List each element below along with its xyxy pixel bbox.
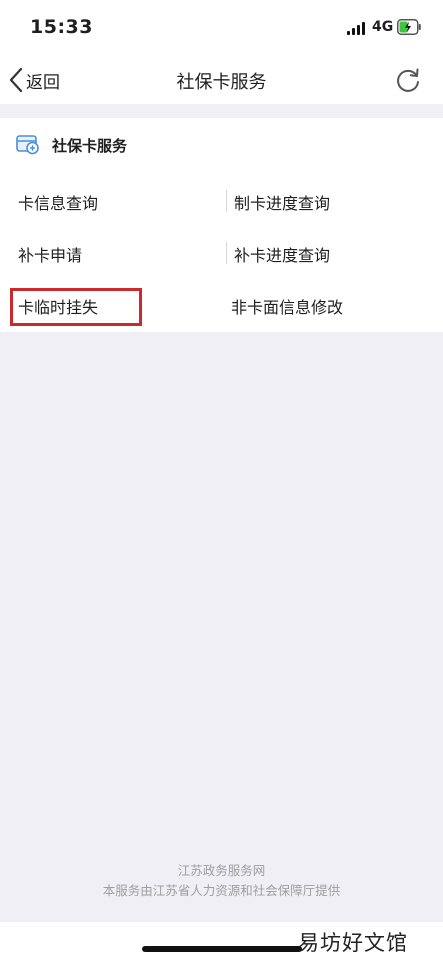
signal-icon (347, 22, 367, 35)
network-type: 4G (372, 19, 394, 35)
section-separator (0, 104, 443, 118)
service-card: 社保卡服务 卡信息查询 制卡进度查询 补卡申请 补卡进度查询 卡临时挂失 非卡面… (0, 118, 443, 332)
service-non-card-info-modify[interactable]: 非卡面信息修改 (231, 294, 343, 318)
service-card-replacement-apply[interactable]: 补卡申请 (18, 242, 82, 266)
footer-provider: 本服务由江苏省人力资源和社会保障厅提供 (102, 883, 341, 898)
battery-charging-icon (397, 19, 421, 35)
status-bar: 15:33 4G (0, 0, 443, 56)
page-title: 社保卡服务 (176, 72, 267, 93)
watermark: 易坊好文馆 (298, 931, 408, 955)
column-divider (226, 242, 227, 264)
footer-site-name: 江苏政务服务网 (177, 863, 266, 878)
home-indicator[interactable] (142, 946, 302, 952)
service-card-replacement-progress[interactable]: 补卡进度查询 (234, 242, 330, 266)
service-card-info-query[interactable]: 卡信息查询 (18, 190, 98, 214)
social-security-card-icon (16, 135, 39, 155)
bottom-bar: 易坊好文馆 (0, 922, 443, 962)
column-divider (226, 190, 227, 212)
section-header: 社保卡服务 (16, 132, 127, 158)
service-card-temporary-loss-report[interactable]: 卡临时挂失 (18, 294, 98, 318)
nav-bar: 返回 社保卡服务 (0, 56, 443, 104)
status-time: 15:33 (30, 16, 93, 38)
section-title: 社保卡服务 (52, 136, 128, 155)
refresh-icon[interactable] (394, 66, 422, 94)
service-card-production-progress[interactable]: 制卡进度查询 (234, 190, 330, 214)
